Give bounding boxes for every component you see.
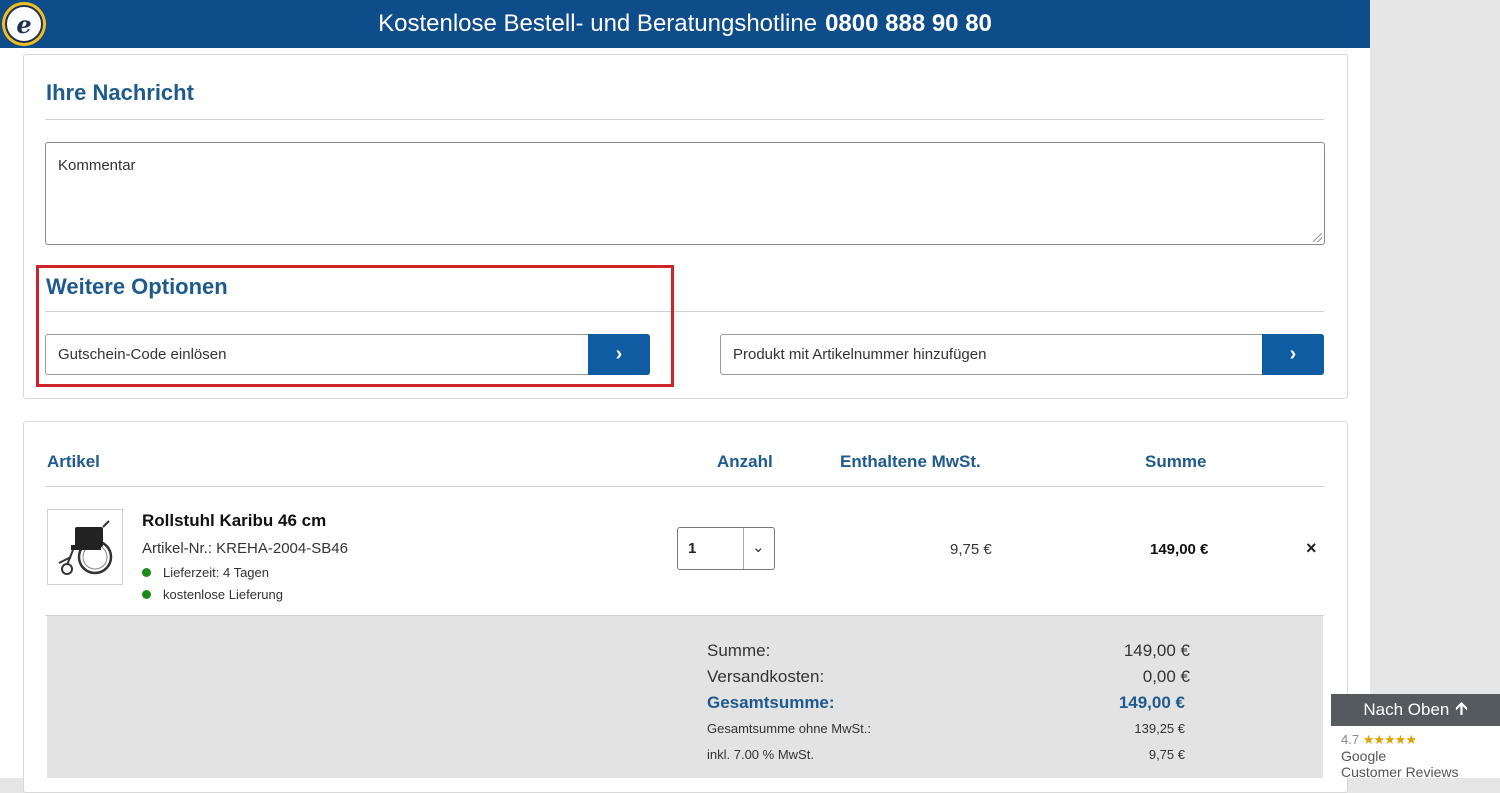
summary-shipping-label: Versandkosten: <box>707 667 825 686</box>
shipping-info-text: kostenlose Lieferung <box>163 587 283 602</box>
chevron-right-icon: › <box>1289 343 1297 365</box>
divider <box>45 119 1324 120</box>
article-number-input-group: Produkt mit Artikelnummer hinzufügen › <box>720 334 1324 375</box>
delivery-time: Lieferzeit: 4 Tagen <box>142 565 269 580</box>
trusted-shops-logo[interactable]: e <box>2 2 46 46</box>
status-dot-icon <box>142 568 151 577</box>
product-name[interactable]: Rollstuhl Karibu 46 cm <box>142 511 326 531</box>
reviews-brand: Google <box>1341 748 1387 764</box>
summary-vat-value: 9,75 € <box>1148 747 1185 762</box>
summary-net-value: 139,25 € <box>1134 721 1185 736</box>
item-vat: 9,75 € <box>950 541 992 558</box>
message-heading: Ihre Nachricht <box>46 80 194 105</box>
column-header-sum: Summe <box>1145 452 1207 471</box>
column-header-article: Artikel <box>47 452 100 471</box>
summary-vat-label: inkl. 7.00 % MwSt. <box>707 747 814 762</box>
star-rating-icon: ★★★★★ <box>1362 732 1417 747</box>
column-header-qty: Anzahl <box>717 452 773 471</box>
wheelchair-image <box>58 520 113 575</box>
divider <box>45 486 1324 487</box>
product-sku: Artikel-Nr.: KREHA-2004-SB46 <box>142 540 348 557</box>
resize-grip-icon[interactable] <box>1313 233 1322 242</box>
hotline-banner: e Kostenlose Bestell- und Beratungshotli… <box>0 0 1370 48</box>
select-divider <box>743 528 744 569</box>
google-reviews-badge[interactable]: 4.7 ★★★★★ Google Customer Reviews <box>1331 726 1500 780</box>
article-number-input[interactable]: Produkt mit Artikelnummer hinzufügen <box>733 346 986 363</box>
article-number-submit-button[interactable]: › <box>1262 334 1324 375</box>
remove-item-icon[interactable]: × <box>1306 538 1317 559</box>
summary-sum-value: 149,00 € <box>1123 641 1190 660</box>
quantity-value: 1 <box>688 540 697 557</box>
chevron-down-icon: ⌄ <box>752 539 765 556</box>
summary-total-value: 149,00 € <box>1118 693 1185 712</box>
shipping-info: kostenlose Lieferung <box>142 587 283 602</box>
summary-net-label: Gesamtsumme ohne MwSt.: <box>707 721 871 736</box>
summary-total-label: Gesamtsumme: <box>707 693 835 712</box>
scroll-to-top-label: Nach Oben <box>1363 700 1450 719</box>
product-thumbnail[interactable] <box>47 509 123 585</box>
hotline-phone[interactable]: 0800 888 90 80 <box>825 10 992 38</box>
page: e Kostenlose Bestell- und Beratungshotli… <box>0 0 1370 793</box>
delivery-time-text: Lieferzeit: 4 Tagen <box>163 565 269 580</box>
comment-placeholder: Kommentar <box>58 157 136 174</box>
summary-shipping-value: 0,00 € <box>1142 667 1190 686</box>
status-dot-icon <box>142 590 151 599</box>
item-sum: 149,00 € <box>1150 541 1209 558</box>
rating-line: 4.7 ★★★★★ <box>1341 732 1417 748</box>
summary-sum-label: Summe: <box>707 641 771 660</box>
arrow-up-icon: 🡩 <box>1455 698 1468 718</box>
highlight-box <box>36 265 674 387</box>
quantity-select[interactable]: 1 ⌄ <box>677 527 775 570</box>
comment-textarea[interactable]: Kommentar <box>45 142 1325 245</box>
trusted-shops-e-icon: e <box>5 5 43 43</box>
rating-value: 4.7 <box>1341 732 1360 747</box>
hotline-text: Kostenlose Bestell- und Beratungshotline <box>378 10 818 37</box>
scroll-to-top-button[interactable]: Nach Oben 🡩 <box>1331 694 1500 726</box>
column-header-vat: Enthaltene MwSt. <box>840 452 981 471</box>
